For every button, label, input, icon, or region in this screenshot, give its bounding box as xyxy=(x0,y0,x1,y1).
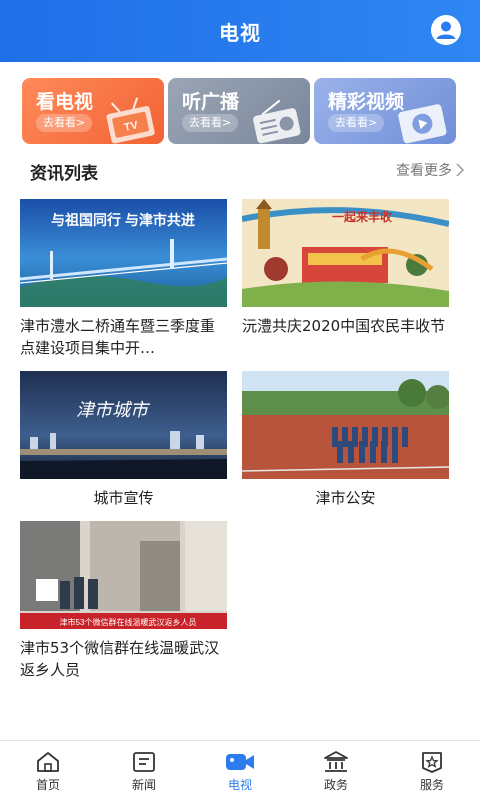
news-item[interactable]: 与祖国同行 与津市共进 津市澧水二桥通车暨三季度重点建设项目集中开… xyxy=(20,199,227,359)
tv-icon: TV xyxy=(98,94,160,144)
see-more-label: 查看更多 xyxy=(396,163,452,179)
home-icon xyxy=(37,752,59,772)
tab-news[interactable]: 新闻 xyxy=(96,741,192,800)
radio-icon xyxy=(244,94,306,144)
see-more-link[interactable]: 查看更多 xyxy=(396,160,464,180)
category-go-button[interactable]: 去看看> xyxy=(36,114,93,132)
news-thumbnail xyxy=(242,371,449,479)
news-thumbnail: 津市城市 xyxy=(20,371,227,479)
news-item[interactable]: 津市城市 城市宣传 xyxy=(20,371,227,509)
category-featured-video[interactable]: 精彩视频 去看看> xyxy=(314,78,456,144)
tab-label: 首页 xyxy=(35,778,60,792)
user-avatar-icon[interactable] xyxy=(430,14,462,46)
tab-home[interactable]: 首页 xyxy=(0,741,96,800)
news-thumbnail: 与祖国同行 与津市共进 xyxy=(20,199,227,307)
news-item[interactable]: 津市53个微信群在线温暖武汉返乡人员 津市53个微信群在线温暖武汉返乡人员 xyxy=(20,521,227,681)
video-play-icon xyxy=(390,94,452,144)
news-thumbnail: 津市53个微信群在线温暖武汉返乡人员 xyxy=(20,521,227,629)
news-caption: 沅澧共庆2020中国农民丰收节 xyxy=(242,317,446,335)
tab-tv[interactable]: 电视 xyxy=(192,741,288,800)
news-thumbnail: 一起来丰收 xyxy=(242,199,449,307)
tab-label: 新闻 xyxy=(131,778,156,792)
category-go-button[interactable]: 去看看> xyxy=(182,114,239,132)
government-icon xyxy=(324,751,348,772)
tab-label: 电视 xyxy=(227,778,252,792)
tab-government[interactable]: 政务 xyxy=(288,741,384,800)
category-label: 听广播 xyxy=(182,91,240,113)
thumb-headline: 一起来丰收 xyxy=(332,209,392,224)
chevron-right-icon xyxy=(456,163,464,177)
category-cards: 看电视 去看看> TV 听广播 去看看> 精彩视频 去看看> xyxy=(22,78,460,144)
tab-service[interactable]: 服务 xyxy=(384,741,480,800)
category-go-button[interactable]: 去看看> xyxy=(328,114,385,132)
bottom-tab-bar: 首页 新闻 电视 政务 服务 xyxy=(0,740,480,800)
category-label: 看电视 xyxy=(36,91,94,113)
tab-label: 服务 xyxy=(419,778,444,792)
news-item[interactable]: 一起来丰收 沅澧共庆2020中国农民丰收节 xyxy=(242,199,449,337)
news-caption: 城市宣传 xyxy=(93,489,154,507)
app-header: 电视 xyxy=(0,0,480,62)
news-caption: 津市公安 xyxy=(315,489,376,507)
section-title: 资讯列表 xyxy=(30,164,98,184)
category-listen-radio[interactable]: 听广播 去看看> xyxy=(168,78,310,144)
thumb-headline: 与祖国同行 与津市共进 xyxy=(51,212,195,228)
category-watch-tv[interactable]: 看电视 去看看> TV xyxy=(22,78,164,144)
service-star-icon xyxy=(422,752,442,773)
thumb-headline: 津市53个微信群在线温暖武汉返乡人员 xyxy=(60,617,197,627)
news-icon xyxy=(133,752,155,772)
thumb-headline: 津市城市 xyxy=(76,400,151,420)
news-item[interactable]: 津市公安 xyxy=(242,371,449,509)
news-caption: 津市53个微信群在线温暖武汉返乡人员 xyxy=(20,639,220,679)
page-title: 电视 xyxy=(219,21,261,45)
tab-label: 政务 xyxy=(323,778,348,792)
camera-icon xyxy=(226,754,254,770)
news-caption: 津市澧水二桥通车暨三季度重点建设项目集中开… xyxy=(20,317,216,357)
